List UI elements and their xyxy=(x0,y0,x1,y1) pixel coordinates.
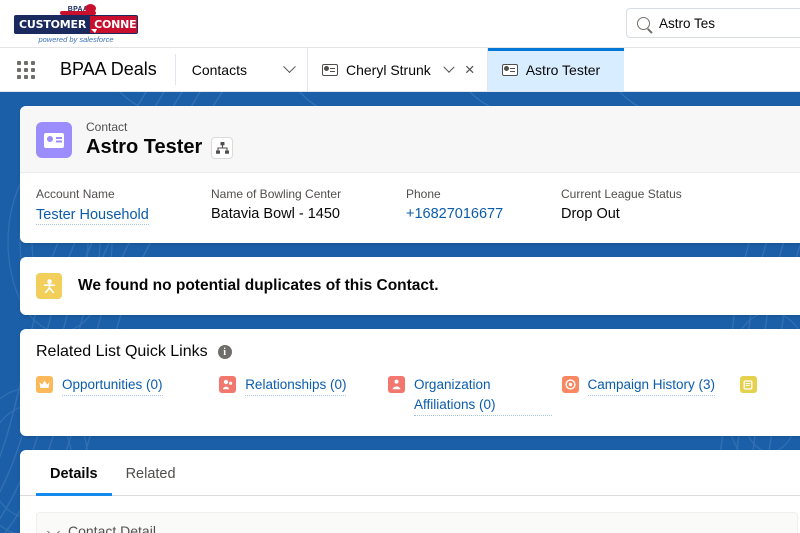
quick-link-relationships[interactable]: Relationships (0) xyxy=(219,375,388,416)
opportunity-icon xyxy=(36,376,53,393)
detail-tabset: Details Related xyxy=(20,450,800,496)
field-bowling-center: Name of Bowling Center Batavia Bowl - 14… xyxy=(211,187,406,225)
record-tab-dropdown[interactable] xyxy=(443,61,455,74)
duplicate-check-banner: We found no potential duplicates of this… xyxy=(20,257,800,315)
field-label: Name of Bowling Center xyxy=(211,187,342,201)
quick-link-label[interactable]: Organization Affiliations (0) xyxy=(413,375,552,416)
logo-word-connect: CONNECT xyxy=(90,16,137,33)
navigation-bar: BPAA Deals Contacts Cheryl Strunk × Astr… xyxy=(0,48,800,92)
record-tab-cheryl-strunk[interactable]: Cheryl Strunk × xyxy=(306,48,487,91)
app-launcher-grid-icon xyxy=(17,60,35,79)
quick-link-notes[interactable] xyxy=(739,375,798,416)
contact-icon xyxy=(501,63,518,76)
browser-top-bar: BPAA CUSTOMER CONNECT powered by salesfo… xyxy=(0,0,800,48)
related-list-quick-links-card: Related List Quick Links i Opportunities… xyxy=(20,329,800,436)
record-header: Contact Astro Tester xyxy=(20,106,800,173)
record-page-background: Contact Astro Tester Account Name Tester… xyxy=(0,92,800,533)
field-label: Current League Status xyxy=(561,187,682,201)
record-highlights-card: Contact Astro Tester Account Name Tester… xyxy=(20,106,800,243)
field-label: Account Name xyxy=(36,187,115,201)
search-icon xyxy=(637,16,650,30)
section-heading: Contact Detail xyxy=(68,523,156,533)
app-logo: BPAA CUSTOMER CONNECT powered by salesfo… xyxy=(14,3,138,45)
quick-link-organization-affiliations[interactable]: Organization Affiliations (0) xyxy=(387,375,562,416)
search-input[interactable]: Astro Tes xyxy=(659,16,715,31)
field-account-name: Account Name Tester Household xyxy=(36,187,211,225)
page-title: Astro Tester xyxy=(86,136,203,158)
quick-link-campaign-history[interactable]: Campaign History (3) xyxy=(561,375,740,416)
record-content: Contact Astro Tester Account Name Tester… xyxy=(20,106,800,533)
record-detail-tabs-card: Details Related Contact Detail xyxy=(20,450,800,533)
nav-tab-contacts-dropdown[interactable] xyxy=(273,48,307,91)
global-search-box[interactable]: Astro Tes xyxy=(626,8,800,38)
info-icon[interactable]: i xyxy=(217,345,232,359)
nav-tab-contacts[interactable]: Contacts xyxy=(176,48,273,91)
quick-link-label[interactable]: Campaign History (3) xyxy=(587,375,716,396)
record-tab-label: Astro Tester xyxy=(525,61,601,78)
duplicate-check-icon xyxy=(36,273,62,299)
record-type-label: Contact xyxy=(86,120,128,134)
quick-link-label[interactable]: Relationships (0) xyxy=(245,375,347,396)
contact-icon xyxy=(321,63,338,76)
campaign-icon xyxy=(561,376,579,393)
app-launcher-button[interactable] xyxy=(0,48,52,91)
duplicate-check-message: We found no potential duplicates of this… xyxy=(78,277,439,294)
person-glyph xyxy=(43,279,55,293)
hierarchy-glyph xyxy=(215,141,229,154)
tab-related[interactable]: Related xyxy=(112,450,190,495)
field-value: Batavia Bowl - 1450 xyxy=(211,206,340,222)
notes-glyph xyxy=(743,379,753,390)
chevron-down-icon xyxy=(443,61,455,73)
relationship-glyph xyxy=(223,379,233,390)
hierarchy-icon[interactable] xyxy=(211,136,234,159)
record-identity: Contact Astro Tester xyxy=(86,120,234,160)
field-label: Phone xyxy=(406,187,441,201)
notes-icon xyxy=(739,376,757,393)
quick-link-opportunities[interactable]: Opportunities (0) xyxy=(36,375,219,416)
contact-avatar-icon xyxy=(36,122,72,158)
logo-word-customer: CUSTOMER xyxy=(19,18,87,31)
avatar-card-glyph xyxy=(44,132,64,148)
campaign-glyph xyxy=(564,379,576,390)
field-value: Drop Out xyxy=(561,206,620,222)
record-title-row: Astro Tester xyxy=(86,135,234,160)
quick-link-label[interactable]: Opportunities (0) xyxy=(62,375,163,396)
organization-affiliation-icon xyxy=(387,376,405,393)
chevron-down-icon[interactable] xyxy=(47,524,60,533)
affiliation-glyph xyxy=(392,379,401,390)
chevron-down-icon xyxy=(283,60,297,74)
record-field-row: Account Name Tester Household Name of Bo… xyxy=(20,173,800,243)
record-tab-astro-tester[interactable]: Astro Tester xyxy=(486,48,625,91)
record-tab-label: Cheryl Strunk xyxy=(345,61,431,78)
field-league-status: Current League Status Drop Out xyxy=(561,187,761,225)
detail-panel: Contact Detail xyxy=(20,496,800,533)
crown-glyph xyxy=(39,380,50,388)
logo-tagline: powered by salesforce xyxy=(38,35,114,44)
quick-links-header: Related List Quick Links i xyxy=(20,329,800,369)
field-phone: Phone +16827016677 xyxy=(406,187,561,225)
field-value-link[interactable]: Tester Household xyxy=(36,207,149,225)
customer-connect-logo: CUSTOMER CONNECT xyxy=(14,15,138,34)
quick-links-title: Related List Quick Links xyxy=(36,343,208,360)
contact-detail-section[interactable]: Contact Detail xyxy=(36,512,798,533)
close-icon[interactable]: × xyxy=(463,61,477,78)
app-name-label[interactable]: BPAA Deals xyxy=(52,48,175,91)
relationship-icon xyxy=(219,376,237,393)
tab-details[interactable]: Details xyxy=(36,450,112,496)
quick-links-list: Opportunities (0) Relationships (0) Orga… xyxy=(20,369,800,436)
field-value-phone[interactable]: +16827016677 xyxy=(406,206,543,222)
